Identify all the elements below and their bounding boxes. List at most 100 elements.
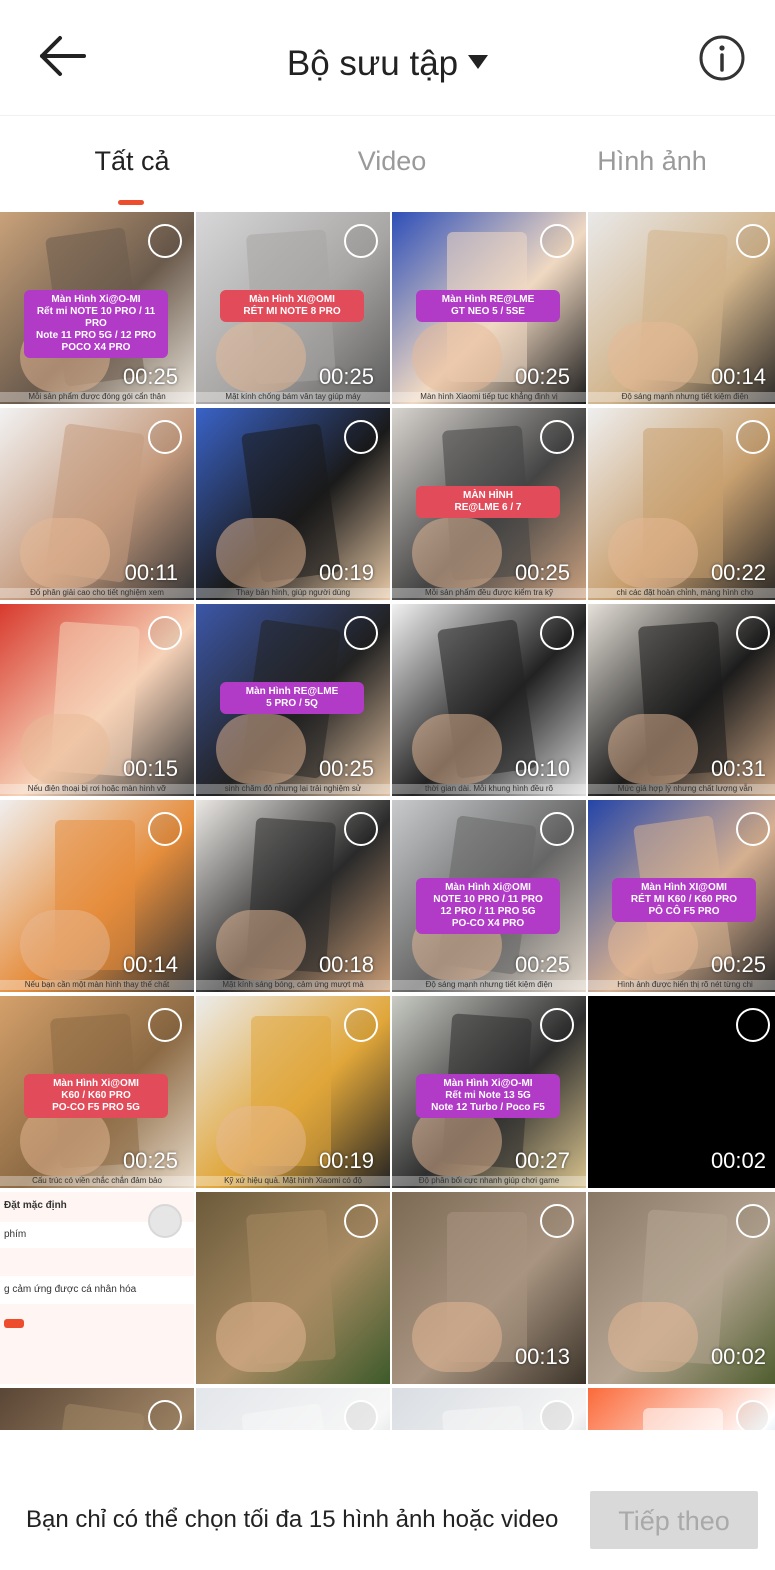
media-item[interactable]: Màn Hình Xi@O-MI Rết mi Note 13 5G Note … <box>392 996 586 1188</box>
video-duration: 00:22 <box>710 560 766 585</box>
video-overlay-label: Màn Hình Xi@O-MI Rết mi NOTE 10 PRO / 11… <box>24 290 168 358</box>
media-item[interactable]: 00:02 <box>588 996 775 1188</box>
thumbnail-shape <box>20 910 110 980</box>
media-item[interactable]: Màn Hình RE@LME GT NEO 5 / 5SE Màn hình X… <box>392 212 586 404</box>
select-checkbox[interactable] <box>540 420 574 454</box>
active-tab-indicator <box>118 200 144 205</box>
video-caption: Hình ảnh được hiển thị rõ nét từng chi <box>588 980 775 990</box>
select-checkbox[interactable] <box>148 1204 182 1238</box>
select-checkbox[interactable] <box>540 1008 574 1042</box>
thumbnail-shape <box>216 1302 306 1372</box>
caret-down-icon <box>468 36 489 80</box>
media-item[interactable]: Thay bản hình, giúp người dùng 00:19 <box>196 408 390 600</box>
select-checkbox[interactable] <box>736 1400 770 1430</box>
video-caption: Mặt kính chống bám vân tay giúp máy <box>196 392 390 402</box>
album-selector[interactable]: Bộ sưu tập <box>0 36 775 86</box>
select-checkbox[interactable] <box>148 812 182 846</box>
info-circle-icon <box>699 35 745 81</box>
tab-images[interactable]: Hình ảnh <box>522 146 775 177</box>
media-item[interactable]: MÀN HÌNH RE@LME 6 / 7 Mỗi sản phẩm đều đư… <box>392 408 586 600</box>
media-item[interactable]: Nếu điện thoại bị rơi hoặc màn hình vỡ 00… <box>0 604 194 796</box>
thumbnail-shape <box>216 714 306 784</box>
media-item[interactable]: Đặt mặc định phím g cảm ứng được cá nhân h… <box>0 1192 194 1384</box>
video-duration: 00:13 <box>514 1344 570 1369</box>
media-item[interactable]: Mức giá hợp lý nhưng chất lượng vẫn 00:31 <box>588 604 775 796</box>
page-title: Bộ sưu tập <box>286 44 459 83</box>
video-caption: Mỗi sản phẩm đều được kiểm tra kỹ <box>392 588 586 598</box>
select-checkbox[interactable] <box>148 420 182 454</box>
media-item[interactable]: Đổ phân giải cao cho tiết nghiệm xem 00:1… <box>0 408 194 600</box>
video-duration: 00:15 <box>122 756 178 781</box>
thumbnail-shape <box>412 518 502 588</box>
media-item[interactable]: Màn Hình Xi@OMI NOTE 10 PRO / 11 PRO 12 … <box>392 800 586 992</box>
select-checkbox[interactable] <box>736 1008 770 1042</box>
media-item[interactable]: Màn Hình Xi@OMI K60 / K60 PRO PO-CO F5 P… <box>0 996 194 1188</box>
video-overlay-label: Màn Hình RE@LME GT NEO 5 / 5SE <box>416 290 560 322</box>
video-caption: Độ phân bối cực nhanh giúp chơi game <box>392 1176 586 1186</box>
video-overlay-label: Màn Hình Xi@OMI K60 / K60 PRO PO-CO F5 P… <box>24 1074 168 1118</box>
media-item[interactable]: Độ sáng mạnh nhưng tiết kiệm điện 00:14 <box>588 212 775 404</box>
thumbnail-shape <box>216 518 306 588</box>
media-item[interactable]: Mặt kính sáng bóng, cảm ứng mượt mà 00:18 <box>196 800 390 992</box>
select-checkbox[interactable] <box>148 616 182 650</box>
thumbnail-shape <box>608 714 698 784</box>
settings-thumb-row: g cảm ứng được cá nhân hóa <box>0 1276 194 1304</box>
thumbnail-shape <box>608 1302 698 1372</box>
select-checkbox[interactable] <box>540 812 574 846</box>
video-overlay-label: MÀN HÌNH RE@LME 6 / 7 <box>416 486 560 518</box>
thumbnail-shape <box>412 714 502 784</box>
media-item[interactable] <box>196 1388 390 1430</box>
media-item[interactable] <box>0 1388 194 1430</box>
select-checkbox[interactable] <box>540 616 574 650</box>
media-item[interactable]: Màn Hình XI@OMI RÉT MI NOTE 8 PRO Mặt kín… <box>196 212 390 404</box>
media-item[interactable]: Nếu bạn cần một màn hình thay thế chất 00… <box>0 800 194 992</box>
media-item[interactable]: Màn Hình RE@LME 5 PRO / 5Q sinh chăm độ n… <box>196 604 390 796</box>
video-caption: Mỗi sản phẩm được đóng gói cẩn thận <box>0 392 194 402</box>
video-overlay-label: Màn Hình Xi@O-MI Rết mi Note 13 5G Note … <box>416 1074 560 1118</box>
info-button[interactable] <box>698 34 746 82</box>
select-checkbox[interactable] <box>736 812 770 846</box>
select-checkbox[interactable] <box>736 616 770 650</box>
video-caption: Màn hình Xiaomi tiếp tục khẳng định vị <box>392 392 586 402</box>
media-item[interactable] <box>588 1388 775 1430</box>
media-item[interactable]: 00:13 <box>392 1192 586 1384</box>
select-checkbox[interactable] <box>344 1400 378 1430</box>
select-checkbox[interactable] <box>736 420 770 454</box>
media-item[interactable]: thời gian dài. Mỗi khung hình đều rõ 00:1… <box>392 604 586 796</box>
media-item[interactable]: chi các đặt hoàn chỉnh, màng hình cho 00:… <box>588 408 775 600</box>
tab-video[interactable]: Video <box>262 146 522 177</box>
thumbnail-shape <box>216 1106 306 1176</box>
tab-all[interactable]: Tất cả <box>2 146 262 177</box>
media-item[interactable]: Màn Hình Xi@O-MI Rết mi NOTE 10 PRO / 11… <box>0 212 194 404</box>
thumbnail-shape <box>20 518 110 588</box>
select-checkbox[interactable] <box>344 1204 378 1238</box>
select-checkbox[interactable] <box>148 224 182 258</box>
select-checkbox[interactable] <box>148 1400 182 1430</box>
select-checkbox[interactable] <box>540 1400 574 1430</box>
media-item[interactable] <box>196 1192 390 1384</box>
select-checkbox[interactable] <box>736 1204 770 1238</box>
bottom-bar: Bạn chỉ có thể chọn tối đa 15 hình ảnh h… <box>0 1464 775 1570</box>
thumbnail-shape <box>441 1405 533 1430</box>
video-caption: Độ sáng mạnh nhưng tiết kiệm điện <box>392 980 586 990</box>
video-caption: Mặt kính sáng bóng, cảm ứng mượt mà <box>196 980 390 990</box>
select-checkbox[interactable] <box>540 1204 574 1238</box>
select-checkbox[interactable] <box>344 812 378 846</box>
select-checkbox[interactable] <box>540 224 574 258</box>
select-checkbox[interactable] <box>736 224 770 258</box>
video-caption: Nếu bạn cần một màn hình thay thế chất <box>0 980 194 990</box>
video-duration: 00:19 <box>318 1148 374 1173</box>
media-item[interactable] <box>392 1388 586 1430</box>
media-item[interactable]: Kỹ xứ hiệu quả. Mặt hình Xiaomi có độ 00:… <box>196 996 390 1188</box>
next-button[interactable]: Tiếp theo <box>590 1491 758 1549</box>
select-checkbox[interactable] <box>344 616 378 650</box>
select-checkbox[interactable] <box>344 420 378 454</box>
video-duration: 00:19 <box>318 560 374 585</box>
selection-limit-message: Bạn chỉ có thể chọn tối đa 15 hình ảnh h… <box>26 1506 559 1533</box>
media-item[interactable]: 00:02 <box>588 1192 775 1384</box>
video-duration: 00:31 <box>710 756 766 781</box>
select-checkbox[interactable] <box>344 1008 378 1042</box>
media-item[interactable]: Màn Hình XI@OMI RÉT MI K60 / K60 PRO PÔ … <box>588 800 775 992</box>
select-checkbox[interactable] <box>148 1008 182 1042</box>
select-checkbox[interactable] <box>344 224 378 258</box>
